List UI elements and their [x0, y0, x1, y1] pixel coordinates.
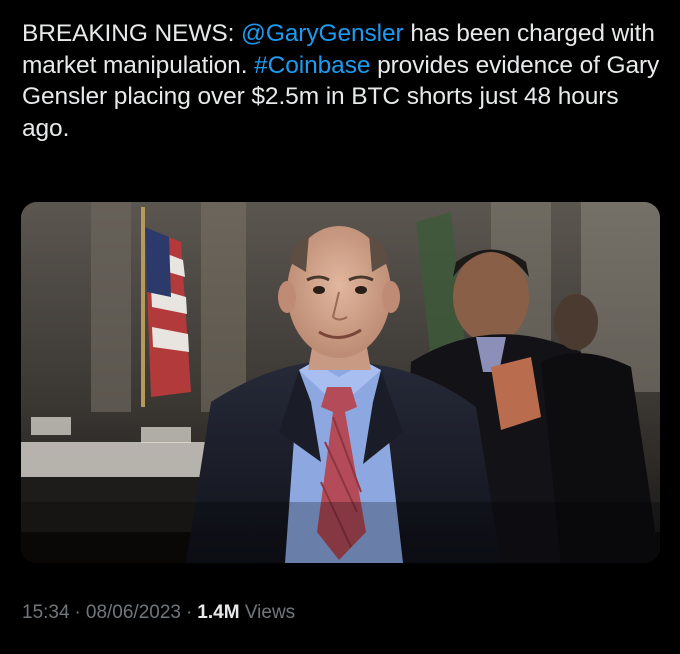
views-label: Views	[244, 602, 296, 623]
tweet-metadata: 15:34 · 08/06/2023 · 1.4M Views	[22, 602, 295, 624]
views-count[interactable]: 1.4M	[197, 602, 239, 623]
mention-link[interactable]: @GaryGensler	[241, 20, 404, 47]
tweet-text: BREAKING NEWS: @GaryGensler has been cha…	[22, 18, 662, 144]
hashtag-link[interactable]: #Coinbase	[254, 52, 370, 79]
tweet-text-part: BREAKING NEWS:	[22, 20, 242, 47]
tweet-date[interactable]: 08/06/2023	[86, 602, 181, 623]
photo-illustration	[21, 202, 660, 563]
separator-dot: ·	[185, 602, 193, 623]
tweet-photo[interactable]	[21, 202, 660, 563]
separator-dot: ·	[74, 602, 81, 623]
tweet-time[interactable]: 15:34	[22, 602, 70, 623]
